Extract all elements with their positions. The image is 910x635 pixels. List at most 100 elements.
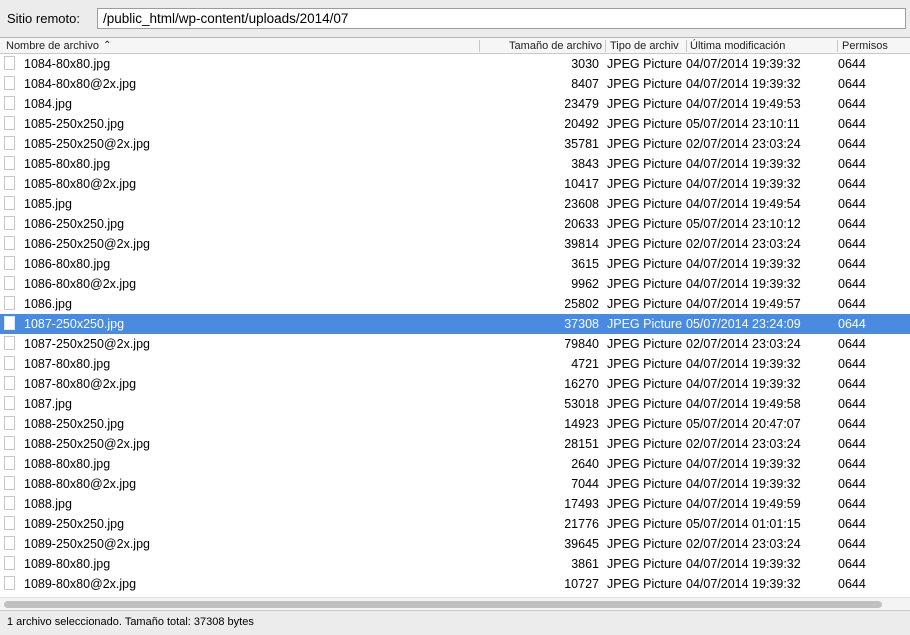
file-size: 14923 bbox=[564, 417, 599, 431]
file-size: 53018 bbox=[564, 397, 599, 411]
file-row[interactable]: 1084-80x80.jpg 3030 JPEG Picture 04/07/2014… bbox=[0, 54, 910, 74]
file-permissions: 0644 bbox=[838, 117, 866, 131]
file-row[interactable]: 1089-80x80@2x.jpg 10727 JPEG Picture 04/07/… bbox=[0, 574, 910, 594]
file-row[interactable]: 1084.jpg 23479 JPEG Picture 04/07/2014 19:4… bbox=[0, 94, 910, 114]
column-header-type[interactable]: Tipo de archiv bbox=[610, 39, 684, 53]
file-size: 3615 bbox=[571, 257, 599, 271]
file-row[interactable]: 1089-80x80.jpg 3861 JPEG Picture 04/07/2014… bbox=[0, 554, 910, 574]
file-size: 3030 bbox=[571, 57, 599, 71]
file-modified: 04/07/2014 19:39:32 bbox=[686, 477, 801, 491]
file-row[interactable]: 1085-80x80.jpg 3843 JPEG Picture 04/07/2014… bbox=[0, 154, 910, 174]
file-name: 1088-80x80.jpg bbox=[24, 457, 111, 471]
file-row[interactable]: 1087-80x80.jpg 4721 JPEG Picture 04/07/2014… bbox=[0, 354, 910, 374]
file-name: 1089-250x250.jpg bbox=[24, 517, 125, 531]
file-row[interactable]: 1087-250x250.jpg 37308 JPEG Picture 05/07/2… bbox=[0, 314, 910, 334]
file-size: 28151 bbox=[564, 437, 599, 451]
file-row[interactable]: 1087-250x250@2x.jpg 79840 JPEG Picture 02/0… bbox=[0, 334, 910, 354]
file-name: 1085-80x80@2x.jpg bbox=[24, 177, 137, 191]
column-divider[interactable] bbox=[479, 40, 480, 52]
file-type: JPEG Picture bbox=[607, 437, 683, 451]
file-permissions: 0644 bbox=[838, 337, 866, 351]
file-name: 1088-250x250@2x.jpg bbox=[24, 437, 150, 451]
file-size: 35781 bbox=[564, 137, 599, 151]
file-row[interactable]: 1085-250x250.jpg 20492 JPEG Picture 05/07/2… bbox=[0, 114, 910, 134]
file-name: 1086-80x80@2x.jpg bbox=[24, 277, 137, 291]
file-row[interactable]: 1087.jpg 53018 JPEG Picture 04/07/2014 19:4… bbox=[0, 394, 910, 414]
file-row[interactable]: 1087-80x80@2x.jpg 16270 JPEG Picture 04/07/… bbox=[0, 374, 910, 394]
file-name: 1084-80x80@2x.jpg bbox=[24, 77, 137, 91]
column-header-permissions[interactable]: Permisos bbox=[842, 39, 888, 53]
file-modified: 04/07/2014 19:39:32 bbox=[686, 57, 801, 71]
file-size: 37308 bbox=[564, 317, 599, 331]
file-name: 1085-80x80.jpg bbox=[24, 157, 111, 171]
column-divider[interactable] bbox=[686, 40, 687, 52]
file-type: JPEG Picture bbox=[607, 137, 683, 151]
file-row[interactable]: 1085-250x250@2x.jpg 35781 JPEG Picture 02/0… bbox=[0, 134, 910, 154]
file-permissions: 0644 bbox=[838, 417, 866, 431]
file-icon bbox=[4, 116, 15, 130]
file-icon bbox=[4, 396, 15, 410]
file-name: 1087-250x250@2x.jpg bbox=[24, 337, 150, 351]
file-modified: 04/07/2014 19:39:32 bbox=[686, 77, 801, 91]
file-row[interactable]: 1088-80x80@2x.jpg 7044 JPEG Picture 04/07/2… bbox=[0, 474, 910, 494]
file-modified: 05/07/2014 23:10:11 bbox=[686, 117, 800, 131]
file-icon bbox=[4, 436, 15, 450]
file-modified: 02/07/2014 23:03:24 bbox=[686, 437, 801, 451]
file-type: JPEG Picture bbox=[607, 217, 683, 231]
remote-path-input[interactable] bbox=[97, 8, 906, 29]
file-permissions: 0644 bbox=[838, 237, 866, 251]
column-header-size[interactable]: Tamaño de archivo bbox=[509, 39, 602, 53]
file-type: JPEG Picture bbox=[607, 97, 683, 111]
file-type: JPEG Picture bbox=[607, 317, 683, 331]
file-row[interactable]: 1086-250x250@2x.jpg 39814 JPEG Picture 02/0… bbox=[0, 234, 910, 254]
scrollbar-thumb[interactable] bbox=[4, 601, 882, 608]
file-row[interactable]: 1088-80x80.jpg 2640 JPEG Picture 04/07/2014… bbox=[0, 454, 910, 474]
file-permissions: 0644 bbox=[838, 477, 866, 491]
file-name: 1085-250x250.jpg bbox=[24, 117, 125, 131]
file-size: 25802 bbox=[564, 297, 599, 311]
file-type: JPEG Picture bbox=[607, 177, 683, 191]
file-modified: 04/07/2014 19:39:32 bbox=[686, 457, 801, 471]
file-type: JPEG Picture bbox=[607, 517, 683, 531]
column-header-name[interactable]: Nombre de archivo ⌃ bbox=[6, 39, 111, 53]
column-divider[interactable] bbox=[605, 40, 606, 52]
horizontal-scrollbar[interactable] bbox=[0, 597, 910, 610]
file-icon bbox=[4, 136, 15, 150]
file-size: 10417 bbox=[564, 177, 599, 191]
file-permissions: 0644 bbox=[838, 197, 866, 211]
file-name: 1085.jpg bbox=[24, 197, 72, 211]
file-row[interactable]: 1088.jpg 17493 JPEG Picture 04/07/2014 19:4… bbox=[0, 494, 910, 514]
file-modified: 04/07/2014 19:49:54 bbox=[686, 197, 801, 211]
file-type: JPEG Picture bbox=[607, 337, 683, 351]
remote-site-label: Sitio remoto: bbox=[7, 11, 80, 26]
file-type: JPEG Picture bbox=[607, 77, 683, 91]
file-row[interactable]: 1088-250x250.jpg 14923 JPEG Picture 05/07/2… bbox=[0, 414, 910, 434]
file-list[interactable]: 1084-80x80.jpg 3030 JPEG Picture 04/07/2014… bbox=[0, 54, 910, 597]
file-modified: 05/07/2014 23:24:09 bbox=[686, 317, 801, 331]
file-row[interactable]: 1086-250x250.jpg 20633 JPEG Picture 05/07/2… bbox=[0, 214, 910, 234]
file-type: JPEG Picture bbox=[607, 297, 683, 311]
file-name: 1087-250x250.jpg bbox=[24, 317, 125, 331]
file-modified: 02/07/2014 23:03:24 bbox=[686, 137, 801, 151]
file-row[interactable]: 1088-250x250@2x.jpg 28151 JPEG Picture 02/0… bbox=[0, 434, 910, 454]
file-icon bbox=[4, 196, 15, 210]
file-type: JPEG Picture bbox=[607, 377, 683, 391]
file-modified: 04/07/2014 19:39:32 bbox=[686, 557, 801, 571]
file-modified: 02/07/2014 23:03:24 bbox=[686, 537, 801, 551]
file-name: 1088.jpg bbox=[24, 497, 72, 511]
file-row[interactable]: 1085.jpg 23608 JPEG Picture 04/07/2014 19:4… bbox=[0, 194, 910, 214]
column-header-modified[interactable]: Última modificación bbox=[690, 39, 785, 53]
file-row[interactable]: 1089-250x250.jpg 21776 JPEG Picture 05/07/2… bbox=[0, 514, 910, 534]
column-divider[interactable] bbox=[837, 40, 838, 52]
file-name: 1086-250x250.jpg bbox=[24, 217, 125, 231]
file-name: 1084.jpg bbox=[24, 97, 72, 111]
file-size: 10727 bbox=[564, 577, 599, 591]
file-row[interactable]: 1086-80x80@2x.jpg 9962 JPEG Picture 04/07/2… bbox=[0, 274, 910, 294]
file-permissions: 0644 bbox=[838, 377, 866, 391]
file-permissions: 0644 bbox=[838, 497, 866, 511]
file-row[interactable]: 1085-80x80@2x.jpg 10417 JPEG Picture 04/07/… bbox=[0, 174, 910, 194]
file-row[interactable]: 1086.jpg 25802 JPEG Picture 04/07/2014 19:4… bbox=[0, 294, 910, 314]
file-row[interactable]: 1086-80x80.jpg 3615 JPEG Picture 04/07/2014… bbox=[0, 254, 910, 274]
file-row[interactable]: 1084-80x80@2x.jpg 8407 JPEG Picture 04/07/2… bbox=[0, 74, 910, 94]
file-row[interactable]: 1089-250x250@2x.jpg 39645 JPEG Picture 02/0… bbox=[0, 534, 910, 554]
